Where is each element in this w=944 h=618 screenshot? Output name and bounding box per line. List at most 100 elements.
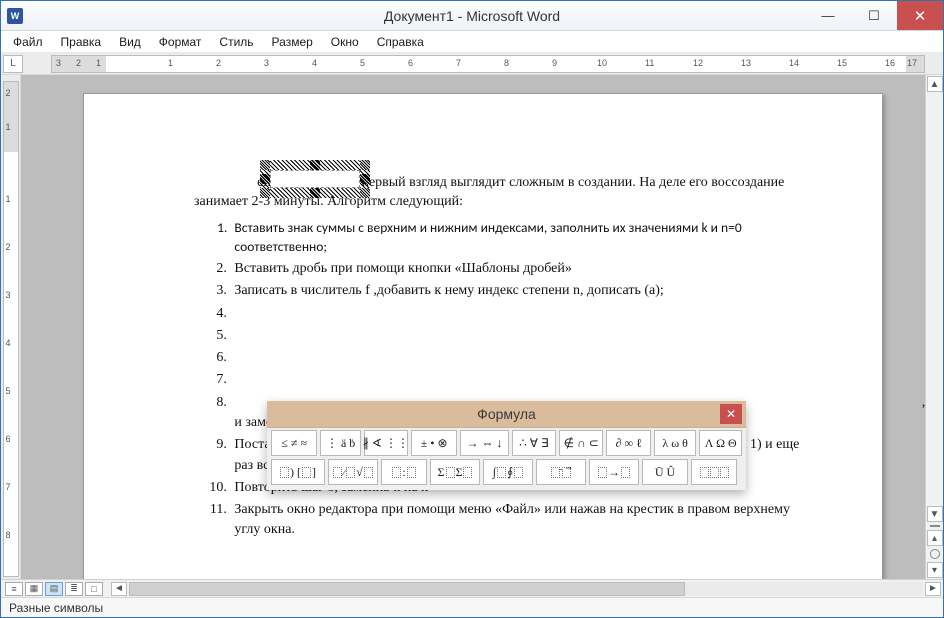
grp-integrals[interactable]: ∫ ∮ (483, 459, 533, 485)
document-page[interactable]: Ряд Тейлора только на первый взгляд выгл… (83, 93, 883, 579)
formula-dialog-close-button[interactable]: ✕ (720, 404, 742, 424)
view-normal-button[interactable]: ≡ (5, 582, 23, 596)
ruler-tick: 8 (504, 58, 509, 68)
ruler-tick: 3 (264, 58, 269, 68)
grp-operators[interactable]: ± • ⊗ (411, 430, 457, 456)
vruler-tick: 8 (6, 530, 11, 540)
ruler-tick: 2 (216, 58, 221, 68)
grp-arrows[interactable]: → ⇔ ↓ (460, 430, 508, 456)
vruler-tick: 1 (6, 194, 11, 204)
ruler-tick: 1 (168, 58, 173, 68)
ruler-tick: 5 (360, 58, 365, 68)
grp-spaces-dots[interactable]: ⋮ ä ḃ (320, 430, 361, 456)
hscroll-left-button[interactable]: ◄ (111, 582, 127, 596)
view-print-button[interactable]: ▤ (45, 582, 63, 596)
vertical-scrollbar[interactable]: ▲ ▼ ▴ ▾ (925, 75, 943, 579)
next-page-button[interactable]: ▾ (927, 562, 943, 578)
grp-bars-hats[interactable]: ̄ ⃗ (536, 459, 586, 485)
vruler-tick: 2 (6, 88, 11, 98)
list-item: Закрыть окно редактора при помощи меню «… (230, 500, 818, 541)
menu-file[interactable]: Файл (5, 33, 51, 51)
list-item: Вставить знак суммы с верхним и нижним и… (230, 218, 818, 257)
vruler-tick: 7 (6, 482, 11, 492)
grp-relational[interactable]: ≤ ≠ ≈ (271, 430, 317, 456)
menu-format[interactable]: Формат (151, 33, 210, 51)
select-browse-object-button[interactable] (930, 549, 940, 559)
formula-toolbar: ≤ ≠ ≈ ⋮ ä ḃ ∦ ∢ ⋮⋮ ± • ⊗ → ⇔ ↓ ∴ ∀ ∃ ∉ ∩… (267, 427, 746, 490)
grp-fences[interactable]: ) [] (271, 459, 325, 485)
vruler-tick: 3 (6, 290, 11, 300)
grp-matrices[interactable] (691, 459, 737, 485)
menu-edit[interactable]: Правка (53, 33, 110, 51)
formula-dialog-title-text: Формула (477, 406, 536, 422)
menu-help[interactable]: Справка (369, 33, 432, 51)
scroll-down-button[interactable]: ▼ (927, 506, 943, 522)
formula-dialog[interactable]: Формула ✕ ≤ ≠ ≈ ⋮ ä ḃ ∦ ∢ ⋮⋮ ± • ⊗ → ⇔ ↓… (267, 401, 746, 490)
list-item (230, 370, 818, 390)
grp-logical[interactable]: ∴ ∀ ∃ (512, 430, 556, 456)
grp-products[interactable]: Ū Û (642, 459, 688, 485)
scroll-up-button[interactable]: ▲ (927, 76, 943, 92)
view-reading-button[interactable]: □ (85, 582, 103, 596)
prev-page-button[interactable]: ▴ (927, 530, 943, 546)
ruler-tick: 7 (456, 58, 461, 68)
grp-greek-lower[interactable]: λ ω θ (654, 430, 697, 456)
menubar: Файл Правка Вид Формат Стиль Размер Окно… (1, 31, 943, 53)
ruler-tick: 14 (789, 58, 799, 68)
ruler-tick: 15 (837, 58, 847, 68)
menu-window[interactable]: Окно (323, 33, 367, 51)
view-web-button[interactable]: ▦ (25, 582, 43, 596)
list-item (230, 326, 818, 346)
menu-view[interactable]: Вид (111, 33, 149, 51)
tab-selector[interactable]: L (3, 55, 23, 73)
window-title: Документ1 - Microsoft Word (1, 8, 943, 24)
list-item (230, 304, 818, 324)
vruler-tick: 5 (6, 386, 11, 396)
app-window: W Документ1 - Microsoft Word — ☐ ✕ Файл … (0, 0, 944, 618)
list-item: Записать в числитель f ,добавить к нему … (230, 281, 818, 301)
menu-style[interactable]: Стиль (211, 33, 261, 51)
statusbar: Разные символы (1, 597, 943, 617)
ruler-tick: 13 (741, 58, 751, 68)
ruler-tick: 11 (645, 58, 654, 68)
formula-row-templates: ) [] ⁄ √ : Σ Σ ∫ ∮ ̄ ⃗ → Ū Û (271, 459, 742, 485)
work-area: 2 1 1 2 3 4 5 6 7 8 (1, 75, 943, 579)
status-text: Разные символы (9, 601, 103, 615)
grp-summation[interactable]: Σ Σ (430, 459, 480, 485)
equation-object[interactable] (260, 160, 370, 198)
grp-misc[interactable]: ∂ ∞ ℓ (606, 430, 650, 456)
equation-cursor[interactable] (270, 170, 360, 188)
hscroll-thumb[interactable] (129, 582, 685, 596)
ruler-tick: 2 (76, 58, 81, 68)
grp-set-theory[interactable]: ∉ ∩ ⊂ (559, 430, 603, 456)
vruler-tick: 6 (6, 434, 11, 444)
menu-size[interactable]: Размер (264, 33, 321, 51)
view-outline-button[interactable]: ≣ (65, 582, 83, 596)
grp-sub-super[interactable]: : (381, 459, 427, 485)
ruler-tick: 9 (552, 58, 557, 68)
ruler-tick: 6 (408, 58, 413, 68)
grp-greek-upper[interactable]: Λ Ω Θ (699, 430, 742, 456)
vruler-tick: 1 (6, 122, 11, 132)
vruler-tick: 4 (6, 338, 11, 348)
grp-fractions-radicals[interactable]: ⁄ √ (328, 459, 378, 485)
ruler-tick: 1 (96, 58, 101, 68)
hscroll-right-button[interactable]: ► (925, 582, 941, 596)
ruler-tick: 12 (693, 58, 703, 68)
ruler-tick: 17 (907, 58, 917, 68)
browse-separator (930, 525, 940, 527)
formula-row-symbols: ≤ ≠ ≈ ⋮ ä ḃ ∦ ∢ ⋮⋮ ± • ⊗ → ⇔ ↓ ∴ ∀ ∃ ∉ ∩… (271, 430, 742, 456)
grp-embellishments[interactable]: ∦ ∢ ⋮⋮ (364, 430, 408, 456)
grp-labeled-arrows[interactable]: → (589, 459, 639, 485)
horizontal-ruler[interactable]: 3 2 1 1 2 3 4 5 6 7 8 9 10 11 12 13 14 1… (51, 55, 925, 73)
titlebar: W Документ1 - Microsoft Word — ☐ ✕ (1, 1, 943, 31)
formula-dialog-title[interactable]: Формула ✕ (267, 401, 746, 427)
list-item (230, 348, 818, 368)
list-item: Вставить дробь при помощи кнопки «Шаблон… (230, 259, 818, 279)
instruction-list: Вставить знак суммы с верхним и нижним и… (194, 218, 818, 541)
horizontal-scrollbar[interactable] (129, 582, 923, 596)
vertical-ruler[interactable]: 2 1 1 2 3 4 5 6 7 8 (1, 75, 21, 579)
bottom-bar: ≡ ▦ ▤ ≣ □ ◄ ► (1, 579, 943, 597)
document-viewport[interactable]: Ряд Тейлора только на первый взгляд выгл… (21, 75, 943, 579)
ruler-tick: 3 (56, 58, 61, 68)
